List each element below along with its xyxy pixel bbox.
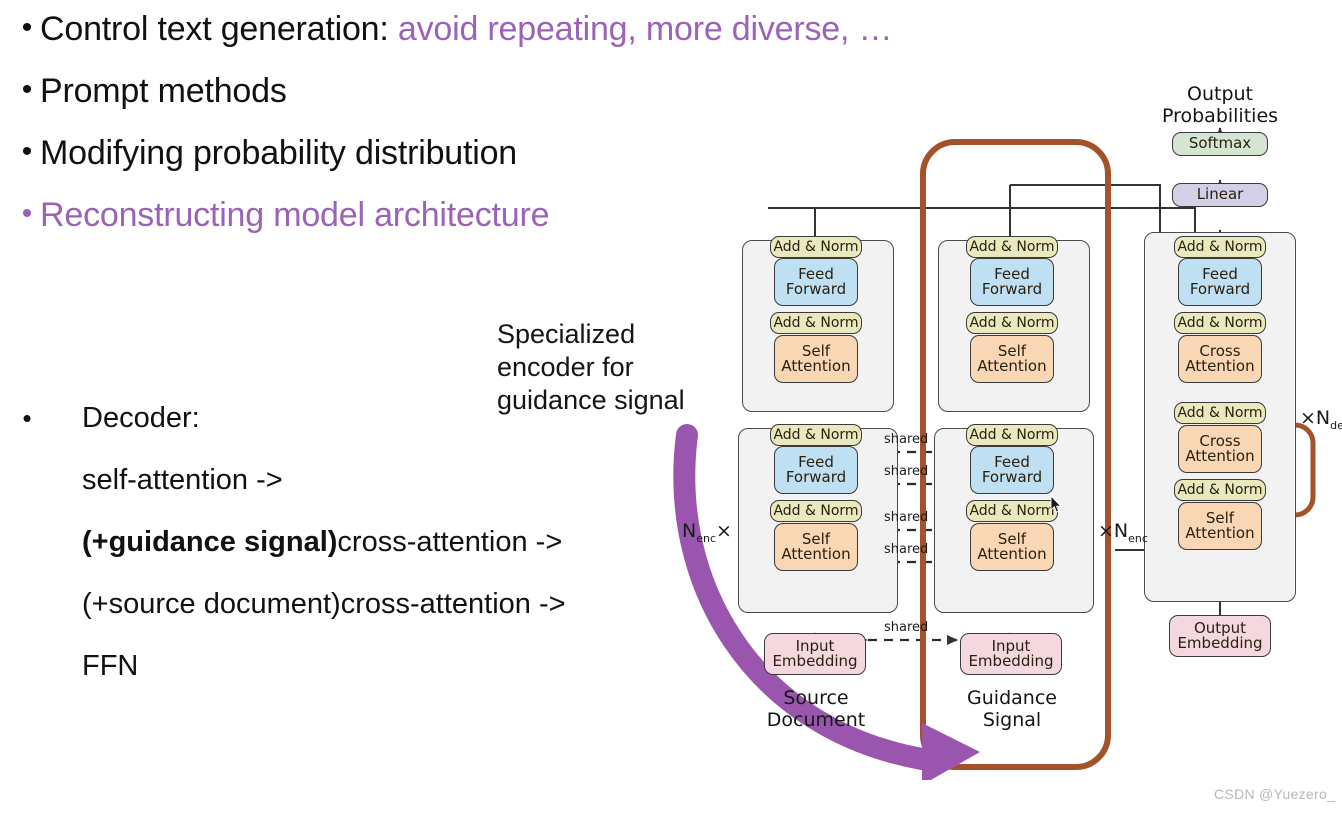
node-add-norm-left-3[interactable]: Add & Norm [770, 312, 862, 334]
node-add-norm-mid-3[interactable]: Add & Norm [966, 312, 1058, 334]
node-input-embedding-guidance[interactable]: Input Embedding [960, 633, 1062, 675]
source-document-label: Source Document [766, 687, 866, 731]
decoder-description: • Decoder: self-attention -> (+guidance … [14, 398, 654, 686]
bullet-item-prompt-methods: • Prompt methods [14, 68, 734, 114]
node-add-norm-left-2[interactable]: Add & Norm [770, 424, 862, 446]
bullet-dot-icon: • [22, 403, 32, 433]
shared-label-3: shared [884, 510, 929, 525]
bullet-text-accent: avoid repeating, more diverse, … [397, 10, 893, 48]
bullet-dot-icon: • [21, 135, 33, 168]
node-add-norm-mid-1[interactable]: Add & Norm [966, 500, 1058, 522]
node-add-norm-mid-2[interactable]: Add & Norm [966, 424, 1058, 446]
bullet-text: Reconstructing model architecture [40, 196, 550, 234]
node-add-norm-decoder-4[interactable]: Add & Norm [1174, 236, 1266, 258]
bullet-text: Modifying probability distribution [40, 134, 518, 172]
node-label: Softmax [1188, 134, 1252, 153]
bullet-list: • Control text generation: avoid repeati… [14, 6, 893, 254]
slide-canvas: • Control text generation: avoid repeati… [0, 0, 1342, 814]
mouse-cursor-icon [1050, 495, 1062, 513]
node-self-attention-mid-lower[interactable]: Self Attention [970, 523, 1054, 571]
node-label: Feed Forward [981, 264, 1043, 298]
bullet-item-reconstructing-model-architecture: • Reconstructing model architecture [14, 192, 734, 238]
node-label: Add & Norm [773, 238, 859, 255]
node-label: Self Attention [1185, 508, 1255, 542]
node-input-embedding-source[interactable]: Input Embedding [764, 633, 866, 675]
node-label: Add & Norm [969, 314, 1055, 331]
shared-label-4: shared [884, 542, 929, 557]
mid-encoder-repeat-label: ×Nenc [1098, 520, 1148, 545]
node-linear[interactable]: Linear [1172, 183, 1268, 207]
node-label: Feed Forward [785, 264, 847, 298]
node-label: Cross Attention [1185, 431, 1255, 465]
node-add-norm-decoder-3[interactable]: Add & Norm [1174, 312, 1266, 334]
shared-label-5: shared [884, 620, 929, 635]
node-feed-forward-left-upper[interactable]: Feed Forward [774, 258, 858, 306]
node-self-attention-left-lower[interactable]: Self Attention [774, 523, 858, 571]
node-add-norm-decoder-1[interactable]: Add & Norm [1174, 479, 1266, 501]
bullet-dot-icon: • [21, 11, 33, 44]
node-cross-attention-guidance[interactable]: Cross Attention [1178, 425, 1262, 473]
node-label: Add & Norm [1177, 314, 1263, 331]
node-label: Add & Norm [1177, 238, 1263, 255]
node-label: Add & Norm [1177, 481, 1263, 498]
bullet-item-modifying-probability-distribution: • Modifying probability distribution [14, 130, 734, 176]
decoder-repeat-label: ×Nde [1300, 407, 1342, 432]
bullet-text: Prompt methods [40, 72, 287, 110]
node-feed-forward-left-lower[interactable]: Feed Forward [774, 446, 858, 494]
csdn-watermark: CSDN @Yuezero_ [1214, 786, 1336, 802]
node-label: Input Embedding [772, 636, 858, 670]
node-label: Cross Attention [1185, 341, 1255, 375]
node-label: Linear [1196, 185, 1244, 204]
node-cross-attention-source[interactable]: Cross Attention [1178, 335, 1262, 383]
node-label: Add & Norm [969, 238, 1055, 255]
node-feed-forward-mid-upper[interactable]: Feed Forward [970, 258, 1054, 306]
node-label: Add & Norm [1177, 404, 1263, 421]
node-self-attention-decoder[interactable]: Self Attention [1178, 502, 1262, 550]
decoder-heading: Decoder: [82, 402, 200, 434]
node-label: Add & Norm [969, 502, 1055, 519]
node-label: Add & Norm [773, 426, 859, 443]
decoder-step-self-attention: self-attention -> [82, 464, 283, 496]
node-feed-forward-decoder[interactable]: Feed Forward [1178, 258, 1262, 306]
node-add-norm-mid-4[interactable]: Add & Norm [966, 236, 1058, 258]
guidance-signal-label: Guidance Signal [967, 687, 1057, 731]
node-label: Output Embedding [1177, 618, 1263, 652]
node-self-attention-left-upper[interactable]: Self Attention [774, 335, 858, 383]
node-add-norm-left-4[interactable]: Add & Norm [770, 236, 862, 258]
node-self-attention-mid-upper[interactable]: Self Attention [970, 335, 1054, 383]
decoder-step-rest: cross-attention -> [337, 526, 563, 558]
output-probabilities-label: Output Probabilities [1161, 83, 1279, 127]
node-label: Feed Forward [981, 452, 1043, 486]
node-label: Add & Norm [773, 314, 859, 331]
node-label: Add & Norm [969, 426, 1055, 443]
node-output-embedding[interactable]: Output Embedding [1169, 615, 1271, 657]
bullet-item-control-text-generation: • Control text generation: avoid repeati… [14, 6, 893, 52]
shared-label-1: shared [884, 432, 929, 447]
node-label: Add & Norm [773, 502, 859, 519]
node-label: Self Attention [977, 341, 1047, 375]
node-add-norm-left-1[interactable]: Add & Norm [770, 500, 862, 522]
node-label: Self Attention [781, 529, 851, 563]
bullet-dot-icon: • [21, 73, 33, 106]
left-encoder-repeat-label: Nenc× [682, 520, 732, 545]
node-label: Self Attention [781, 341, 851, 375]
decoder-step-source-cross-attention: (+source document)cross-attention -> [82, 588, 566, 620]
decoder-step-bold: (+guidance signal) [82, 526, 338, 558]
bullet-text: Control text generation: avoid repeating… [40, 6, 892, 52]
shared-label-2: shared [884, 464, 929, 479]
node-label: Input Embedding [968, 636, 1054, 670]
node-label: Feed Forward [785, 452, 847, 486]
bullet-dot-icon: • [21, 197, 33, 230]
bullet-text-main: Control text generation: [40, 10, 398, 48]
node-label: Feed Forward [1189, 264, 1251, 298]
node-add-norm-decoder-2[interactable]: Add & Norm [1174, 402, 1266, 424]
decoder-step-ffn: FFN [82, 650, 139, 682]
transformer-architecture-diagram: Input Embedding Self Attention Add & Nor… [660, 80, 1342, 780]
node-softmax[interactable]: Softmax [1172, 132, 1268, 156]
node-label: Self Attention [977, 529, 1047, 563]
node-feed-forward-mid-lower[interactable]: Feed Forward [970, 446, 1054, 494]
decoder-step-guidance-cross-attention: (+guidance signal)cross-attention -> [82, 522, 654, 562]
